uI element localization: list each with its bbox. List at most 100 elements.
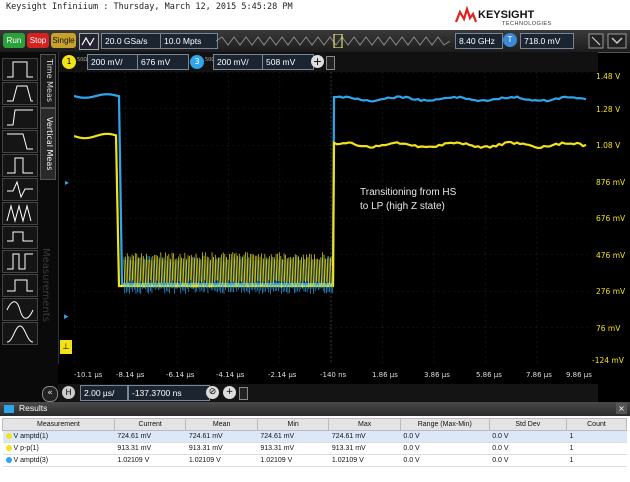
acquire-icon[interactable]	[79, 33, 99, 50]
col-max[interactable]: Max	[329, 419, 401, 431]
channel-1-scale[interactable]: 200 mV/	[87, 54, 139, 70]
cell-range: 0.0 V	[400, 431, 489, 443]
measurement-panel: Time Meas Vertical Meas Measurements «	[0, 52, 59, 402]
cell-mean: 724.61 mV	[186, 431, 258, 443]
cell-range: 0.0 V	[400, 443, 489, 455]
cell-std-dev: 0.0 V	[489, 431, 566, 443]
zoom-icon[interactable]: ⊘	[206, 386, 219, 399]
results-close-icon[interactable]: ×	[616, 403, 627, 414]
timebase-scale[interactable]: 2.00 µs/	[80, 385, 128, 401]
channel-3-badge[interactable]: 3	[190, 55, 204, 69]
results-tab-icon[interactable]	[4, 405, 14, 413]
channel-1-ground-marker[interactable]: ⊥	[60, 340, 72, 354]
sample-rate-field[interactable]: 20.0 GSa/s	[101, 33, 161, 49]
annotation-line-2: to LP (high Z state)	[360, 201, 445, 212]
x-tick: 5.86 µs	[476, 371, 502, 379]
meas-icon-5[interactable]	[2, 154, 38, 177]
cell-current: 1.02109 V	[114, 455, 186, 467]
window-controls-icon[interactable]	[588, 33, 628, 49]
cell-count: 1	[566, 431, 626, 443]
cell-min: 913.31 mV	[257, 443, 329, 455]
channel-dot	[6, 457, 12, 463]
meas-icon-3[interactable]	[2, 106, 38, 129]
x-tick: -6.14 µs	[166, 371, 194, 379]
toolbar: Run Stop Single 20.0 GSa/s 10.0 Mpts 8.4…	[0, 30, 630, 53]
measurement-name: V amptd(1)	[14, 433, 49, 440]
results-header-row: Measurement Current Mean Min Max Range (…	[3, 419, 627, 431]
meas-icon-11[interactable]	[2, 298, 38, 321]
timebase-bar-handle[interactable]	[239, 387, 248, 400]
x-tick: -8.14 µs	[116, 371, 144, 379]
stop-button[interactable]: Stop	[27, 33, 49, 48]
channel-1-offset[interactable]: 676 mV	[137, 54, 189, 70]
table-row[interactable]: V amptd(3) 1.02109 V 1.02109 V 1.02109 V…	[3, 455, 627, 467]
waveform-display[interactable]: Transitioning from HS to LP (high Z stat…	[74, 72, 588, 364]
annotation-line-1: Transitioning from HS	[360, 187, 457, 198]
title-bar: Keysight Infiniium : Thursday, March 12,…	[0, 0, 630, 30]
x-tick: -2.14 µs	[268, 371, 296, 379]
meas-icon-6[interactable]	[2, 178, 38, 201]
meas-icon-10[interactable]	[2, 274, 38, 297]
results-title: Results	[19, 403, 47, 413]
panel-collapse-icon[interactable]: «	[42, 386, 58, 402]
cell-max: 913.31 mV	[329, 443, 401, 455]
cell-mean: 1.02109 V	[186, 455, 258, 467]
table-row[interactable]: V amptd(1) 724.61 mV 724.61 mV 724.61 mV…	[3, 431, 627, 443]
brand-name: KEYSIGHT	[478, 9, 534, 21]
meas-icon-8[interactable]	[2, 226, 38, 249]
meas-icon-7[interactable]	[2, 202, 38, 225]
channel-1-badge[interactable]: 1	[62, 55, 76, 69]
tab-vertical-meas[interactable]: Vertical Meas	[40, 108, 56, 180]
channel-dot	[6, 433, 12, 439]
col-range[interactable]: Range (Max-Min)	[400, 419, 489, 431]
x-tick: -10.1 µs	[74, 371, 102, 379]
tab-time-meas[interactable]: Time Meas	[40, 54, 56, 108]
meas-icon-4[interactable]	[2, 130, 38, 153]
x-tick: 1.86 µs	[372, 371, 398, 379]
channel-dot	[6, 445, 12, 451]
window-title: Keysight Infiniium : Thursday, March 12,…	[6, 2, 293, 12]
meas-icon-12[interactable]	[2, 322, 38, 345]
col-std-dev[interactable]: Std Dev	[489, 419, 566, 431]
x-tick: 7.86 µs	[526, 371, 552, 379]
horizontal-badge[interactable]: H	[62, 386, 75, 399]
trigger-level-field[interactable]: 718.0 mV	[520, 33, 574, 49]
channel-3-scale[interactable]: 200 mV/	[213, 54, 265, 70]
bandwidth-field[interactable]: 8.40 GHz	[455, 33, 503, 49]
single-button[interactable]: Single	[51, 33, 76, 48]
trigger-level-marker: ▸	[65, 178, 69, 187]
y-tick: 676 mV	[596, 214, 625, 223]
col-mean[interactable]: Mean	[186, 419, 258, 431]
cell-count: 1	[566, 443, 626, 455]
brand-subtitle: TECHNOLOGIES	[502, 21, 552, 27]
channel-3-offset[interactable]: 508 mV	[262, 54, 314, 70]
col-min[interactable]: Min	[257, 419, 329, 431]
panel-watermark: Measurements	[40, 248, 51, 322]
trigger-badge[interactable]: T	[503, 33, 517, 47]
channel-bar: 1 50Ω 200 mV/ 676 mV 3 50Ω 200 mV/ 508 m…	[58, 52, 598, 72]
x-tick: -4.14 µs	[216, 371, 244, 379]
table-row[interactable]: V p-p(1) 913.31 mV 913.31 mV 913.31 mV 9…	[3, 443, 627, 455]
cell-range: 0.0 V	[400, 455, 489, 467]
channel-bar-handle[interactable]	[326, 56, 335, 70]
results-header: Results ×	[0, 402, 630, 416]
timebase-bar: H 2.00 µs/ -137.3700 ns ⊘ +	[58, 384, 598, 402]
y-tick: 276 mV	[596, 287, 625, 296]
col-measurement[interactable]: Measurement	[3, 419, 115, 431]
meas-icon-2[interactable]	[2, 82, 38, 105]
measurement-name: V p-p(1)	[14, 445, 39, 452]
col-count[interactable]: Count	[566, 419, 626, 431]
timebase-overview-icon[interactable]	[216, 34, 450, 48]
y-tick: 1.48 V	[596, 72, 620, 81]
add-zoom-icon[interactable]: +	[223, 386, 236, 399]
results-table: Measurement Current Mean Min Max Range (…	[2, 418, 627, 467]
timebase-position[interactable]: -137.3700 ns	[128, 385, 210, 401]
add-channel-icon[interactable]: +	[311, 55, 324, 68]
memory-depth-field[interactable]: 10.0 Mpts	[160, 33, 218, 49]
y-tick: 1.28 V	[596, 105, 620, 114]
meas-icon-1[interactable]	[2, 58, 38, 81]
run-button[interactable]: Run	[3, 33, 25, 48]
meas-icon-9[interactable]	[2, 250, 38, 273]
channel-3-ground-marker[interactable]: ▸	[64, 312, 69, 322]
col-current[interactable]: Current	[114, 419, 186, 431]
